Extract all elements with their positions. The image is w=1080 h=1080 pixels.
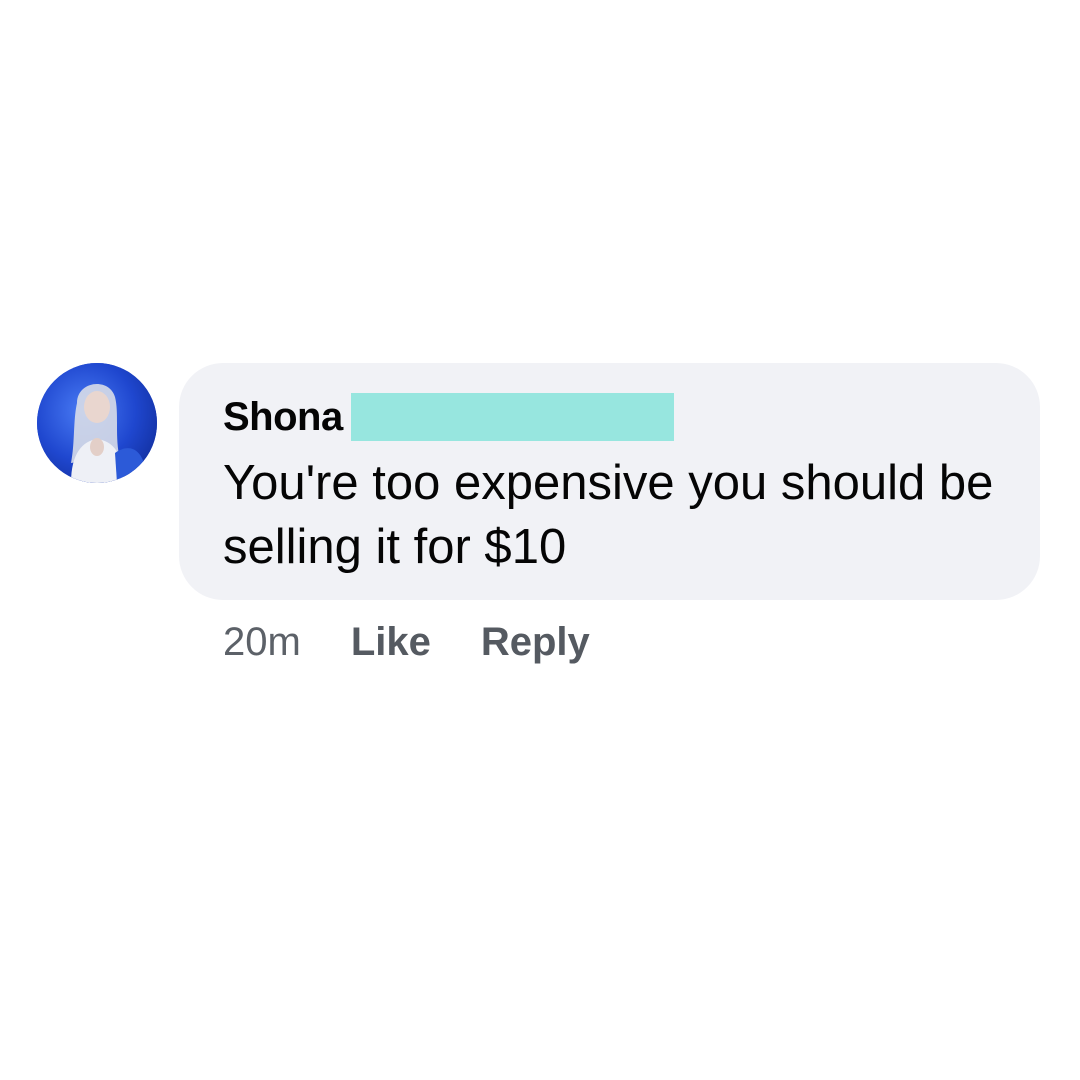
- comment-text: You're too expensive you should be selli…: [223, 456, 994, 574]
- timestamp[interactable]: 20m: [223, 618, 301, 666]
- comment-bubble: Shona You're too expensive you should be…: [179, 363, 1040, 600]
- like-button[interactable]: Like: [351, 618, 431, 666]
- author-name[interactable]: Shona: [223, 393, 343, 441]
- avatar[interactable]: [37, 363, 157, 483]
- redaction-block: [350, 393, 674, 441]
- avatar-photo: [37, 363, 157, 483]
- reply-button[interactable]: Reply: [481, 618, 590, 666]
- comment-actions: 20m Like Reply: [223, 618, 590, 666]
- author-row: Shona: [223, 393, 1000, 441]
